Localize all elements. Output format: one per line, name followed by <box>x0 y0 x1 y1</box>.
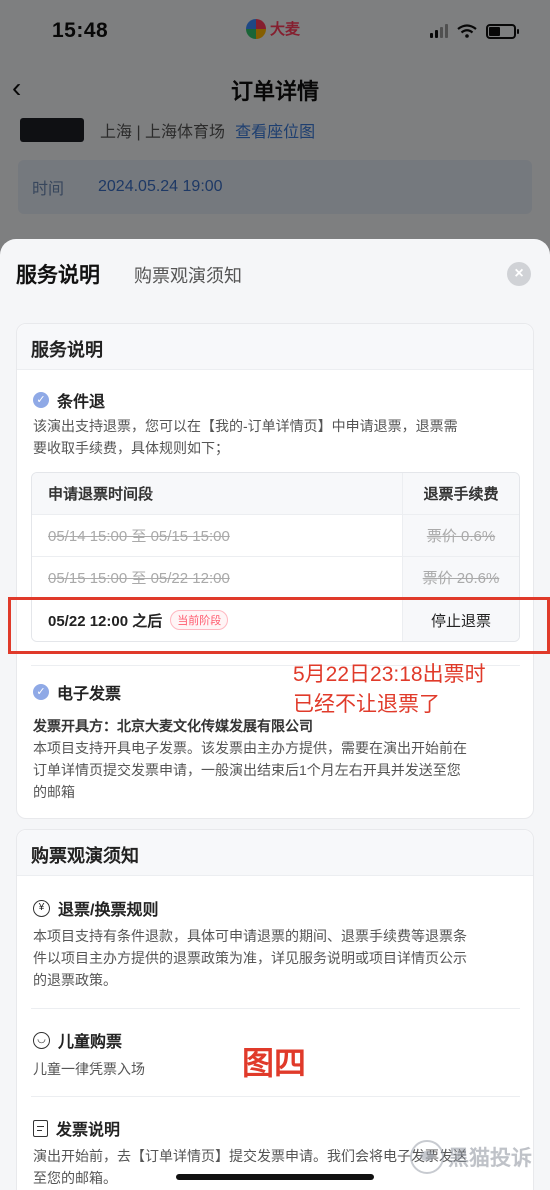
table-row: 05/15 15:00 至 05/22 12:00 票价 20.6% <box>32 557 519 599</box>
table-row: 05/14 15:00 至 05/15 15:00 票价 0.6% <box>32 515 519 557</box>
table-header-row: 申请退票时间段 退票手续费 <box>32 473 519 515</box>
header-fee: 退票手续费 <box>402 473 519 514</box>
period-text: 05/15 15:00 至 05/22 12:00 <box>48 570 230 587</box>
invoice-note-line-2: 至您的邮箱。 <box>33 1170 117 1186</box>
figure-label: 图四 <box>242 1045 307 1081</box>
tab-service[interactable]: 服务说明 <box>16 259 100 289</box>
close-button[interactable]: × <box>507 262 531 286</box>
yen-circle-icon: ¥ <box>33 899 50 917</box>
einvoice-section-title: ✓ 电子发票 <box>33 680 121 704</box>
invoice-text-line-1: 本项目支持开具电子发票。该发票由主办方提供，需要在演出开始前在 <box>33 740 467 756</box>
invoice-text-line-2: 订单详情页提交发票申请，一般演出结束后1个月左右开具并发送至您 <box>33 762 461 778</box>
fee-cell: 票价 20.6% <box>402 557 519 598</box>
divider <box>31 1096 520 1097</box>
period-cell: 05/14 15:00 至 05/15 15:00 <box>32 515 402 556</box>
dim-overlay[interactable] <box>0 0 550 260</box>
service-card: 服务说明 ✓ 条件退 该演出支持退票，您可以在【我的-订单详情页】中申请退票，退… <box>16 323 534 819</box>
service-card-header: 服务说明 <box>17 324 533 370</box>
highlight-box <box>8 597 550 654</box>
child-title: 儿童购票 <box>58 1034 123 1051</box>
divider <box>31 1008 520 1009</box>
child-text: 儿童一律凭票入场 <box>33 1061 145 1077</box>
refund-text-line-2: 要收取手续费，具体规则如下； <box>33 440 229 456</box>
document-icon <box>33 1119 48 1137</box>
rules-text-line-1: 本项目支持有条件退款，具体可申请退票的期间、退票手续费等退票条 <box>33 928 467 944</box>
invoice-text-line-3: 的邮箱 <box>33 784 75 800</box>
tab-notice[interactable]: 购票观演须知 <box>134 262 242 288</box>
child-section-title: ◡ 儿童购票 <box>33 1028 122 1052</box>
refund-text-line-1: 该演出支持退票，您可以在【我的-订单详情页】中申请退票，退票需 <box>33 418 458 434</box>
annotation-line-2: 已经不让退票了 <box>293 693 440 716</box>
rules-section-title: ¥ 退票/换票规则 <box>33 896 158 920</box>
invoice-issuer: 发票开具方：北京大麦文化传媒发展有限公司 <box>33 718 313 734</box>
period-text: 05/14 15:00 至 05/15 15:00 <box>48 528 230 545</box>
period-cell: 05/15 15:00 至 05/22 12:00 <box>32 557 402 598</box>
check-circle-icon: ✓ <box>33 392 49 408</box>
annotation-line-1: 5月22日23:18出票时 <box>293 663 486 686</box>
watermark: 黑猫投诉 <box>410 1140 532 1174</box>
header-period: 申请退票时间段 <box>32 473 402 514</box>
notice-card-title: 购票观演须知 <box>31 846 139 866</box>
fee-cell: 票价 0.6% <box>402 515 519 556</box>
close-icon: × <box>514 265 524 282</box>
rules-title: 退票/换票规则 <box>58 902 159 919</box>
cat-logo-icon <box>410 1140 444 1174</box>
rules-text-line-2: 件以项目主办方提供的退票政策为准，详见服务说明或项目详情页公示 <box>33 950 467 966</box>
sheet-header: 服务说明 购票观演须知 × <box>0 239 550 307</box>
invoice-note-line-1: 演出开始前，去【订单详情页】提交发票申请。我们会将电子发票发送 <box>33 1148 467 1164</box>
rules-text-line-3: 的退票政策。 <box>33 972 117 988</box>
invoice-note-section-title: 发票说明 <box>33 1116 120 1140</box>
notice-card: 购票观演须知 ¥ 退票/换票规则 本项目支持有条件退款，具体可申请退票的期间、退… <box>16 829 534 1190</box>
home-indicator[interactable] <box>176 1174 374 1180</box>
einvoice-title: 电子发票 <box>57 686 122 703</box>
service-card-title: 服务说明 <box>31 340 103 360</box>
refund-title: 条件退 <box>57 394 106 411</box>
watermark-text: 黑猫投诉 <box>448 1147 532 1170</box>
order-detail-page: 15:48 大麦 ‹ 订单详情 上海 | 上海体育场 查看座位图 时间 2024… <box>0 0 550 260</box>
invoice-note-title: 发票说明 <box>56 1122 121 1139</box>
fee-text: 票价 0.6% <box>426 528 496 545</box>
fee-text: 票价 20.6% <box>422 570 500 587</box>
check-circle-icon: ✓ <box>33 684 49 700</box>
child-face-icon: ◡ <box>33 1031 50 1049</box>
refund-section-title: ✓ 条件退 <box>33 388 105 412</box>
notice-card-header: 购票观演须知 <box>17 830 533 876</box>
